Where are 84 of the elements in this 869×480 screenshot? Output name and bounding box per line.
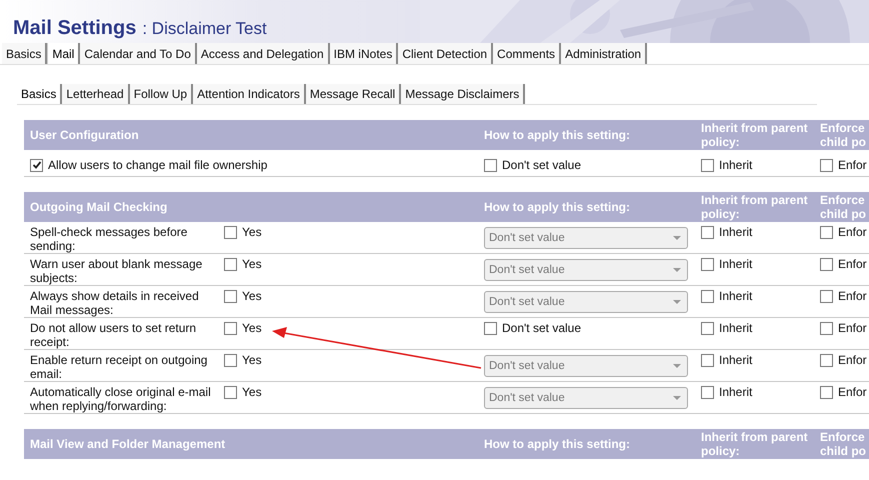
subtab[interactable]: Letterhead: [62, 84, 130, 104]
column-heading: Inherit from parent policy:: [700, 430, 809, 458]
checkbox-icon[interactable]: [224, 258, 237, 270]
tab[interactable]: Calendar and To Do: [80, 43, 197, 64]
subtab[interactable]: Message Disclaimers: [401, 84, 526, 104]
section-title: Mail View and Folder Management: [29, 437, 226, 451]
window-title: Mail Settings: [13, 17, 136, 40]
checkbox-icon[interactable]: [820, 322, 833, 334]
setting-label: Warn user about blank message subjects:: [29, 257, 204, 285]
checkbox-icon[interactable]: [701, 258, 714, 270]
setting-label: Automatically close original e-mail when replying/forwarding:: [29, 385, 212, 413]
checkbox[interactable]: Yes: [224, 321, 480, 335]
column-heading: How to apply this setting:: [483, 128, 631, 142]
checkbox-icon[interactable]: [701, 322, 714, 334]
checkbox[interactable]: Inherit: [701, 385, 752, 399]
checkbox[interactable]: Yes: [224, 353, 480, 367]
checkbox-icon[interactable]: [701, 226, 714, 238]
checkbox-icon[interactable]: [224, 322, 237, 334]
checkbox[interactable]: Enfor: [820, 289, 867, 303]
tab[interactable]: Mail: [47, 43, 80, 64]
caret-icon: [673, 268, 681, 272]
column-heading: Inherit from parent policy:: [700, 121, 809, 149]
checkbox[interactable]: Yes: [224, 289, 480, 303]
tab[interactable]: IBM iNotes: [330, 43, 398, 64]
section-title: User Configuration: [29, 128, 140, 142]
checkbox[interactable]: Enfor: [820, 353, 867, 367]
checkbox-icon[interactable]: [224, 354, 237, 366]
subtab[interactable]: Attention Indicators: [193, 84, 306, 104]
checkbox-icon[interactable]: [820, 290, 833, 302]
column-heading: Enforce child po: [819, 193, 867, 221]
tab[interactable]: Client Detection: [398, 43, 494, 64]
checkbox[interactable]: Enfor: [820, 158, 867, 172]
checkbox-icon[interactable]: [224, 290, 237, 302]
setting-label: Do not allow users to set return receipt:: [29, 321, 198, 349]
caret-icon: [673, 396, 681, 400]
column-heading: Enforce child po: [819, 121, 867, 149]
checkbox[interactable]: Yes: [224, 225, 480, 239]
checkbox[interactable]: Inherit: [701, 353, 752, 367]
caret-icon: [673, 236, 681, 240]
checkbox[interactable]: Inherit: [701, 257, 752, 271]
checkbox[interactable]: Enfor: [820, 321, 867, 335]
checkbox[interactable]: Don't set value: [484, 321, 582, 335]
checkbox-icon[interactable]: [224, 386, 237, 398]
checkbox[interactable]: Inherit: [701, 158, 752, 172]
checkbox-icon[interactable]: [820, 226, 833, 238]
checkbox[interactable]: Allow users to change mail file ownership: [24, 158, 480, 172]
column-heading: How to apply this setting:: [483, 200, 631, 214]
tab[interactable]: Comments: [493, 43, 562, 64]
checkbox[interactable]: Enfor: [820, 385, 867, 399]
checkbox[interactable]: Yes: [224, 385, 480, 399]
checkbox-icon[interactable]: [224, 226, 237, 238]
checkbox-icon[interactable]: [701, 354, 714, 366]
checkbox[interactable]: Inherit: [701, 289, 752, 303]
checkbox-icon[interactable]: [701, 290, 714, 302]
column-heading: How to apply this setting:: [483, 437, 631, 451]
column-heading: Inherit from parent policy:: [700, 193, 809, 221]
checkbox-icon[interactable]: [820, 354, 833, 366]
checkbox-icon[interactable]: [820, 258, 833, 270]
tab[interactable]: Administration: [561, 43, 648, 64]
checkbox-icon[interactable]: [484, 322, 497, 334]
tab[interactable]: Access and Delegation: [196, 43, 330, 64]
checkbox[interactable]: Don't set value: [484, 158, 582, 172]
checkbox[interactable]: Inherit: [701, 225, 752, 239]
checkbox-icon[interactable]: [820, 158, 833, 172]
setting-label: Enable return receipt on outgoing email:: [29, 353, 208, 381]
checkbox-icon[interactable]: [30, 158, 43, 172]
tab[interactable]: Basics: [2, 43, 48, 64]
window-subtitle: : Disclaimer Test: [142, 19, 267, 40]
checkbox[interactable]: Enfor: [820, 225, 867, 239]
checkbox[interactable]: Yes: [224, 257, 480, 271]
section-title: Outgoing Mail Checking: [29, 200, 168, 214]
checkbox-icon[interactable]: [701, 386, 714, 398]
caret-icon: [673, 364, 681, 368]
checkbox[interactable]: Inherit: [701, 321, 752, 335]
column-heading: Enforce child po: [819, 430, 867, 458]
setting-label: Always show details in received Mail messages:: [29, 289, 200, 317]
checkbox-icon[interactable]: [701, 158, 714, 172]
checkbox[interactable]: Enfor: [820, 257, 867, 271]
setting-label: Spell-check messages before sending:: [29, 225, 188, 253]
checkbox-icon[interactable]: [484, 158, 497, 172]
subtab[interactable]: Follow Up: [130, 84, 194, 104]
subtab[interactable]: Message Recall: [306, 84, 402, 104]
checkbox-icon[interactable]: [820, 386, 833, 398]
caret-icon: [673, 300, 681, 304]
